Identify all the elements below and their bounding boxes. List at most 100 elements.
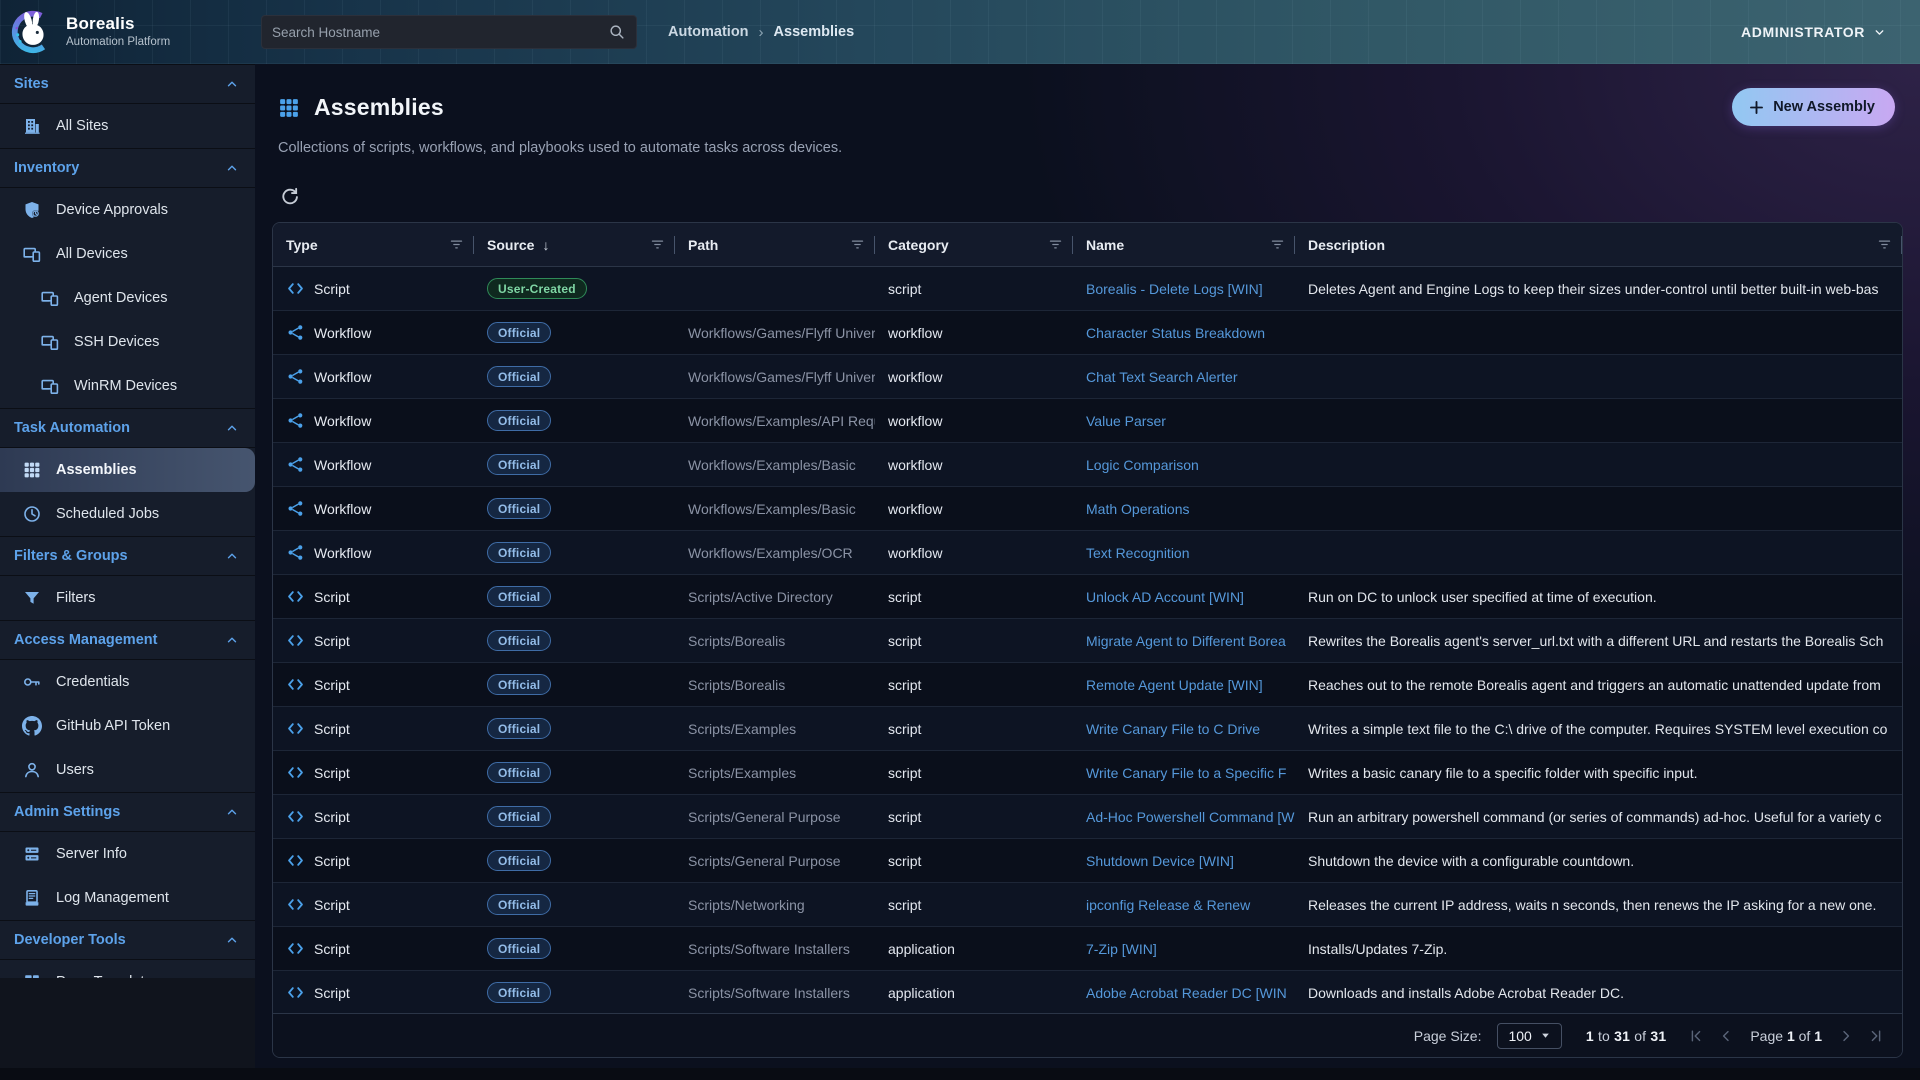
- assembly-name-link[interactable]: Migrate Agent to Different Borea: [1086, 633, 1286, 649]
- cell-source: User-Created: [474, 267, 675, 310]
- assembly-name-link[interactable]: Chat Text Search Alerter: [1086, 369, 1237, 385]
- sidebar-item-all-sites[interactable]: All Sites: [0, 104, 255, 148]
- assembly-name-link[interactable]: Ad-Hoc Powershell Command [W: [1086, 809, 1295, 825]
- column-header-path[interactable]: Path: [675, 223, 875, 266]
- column-header-description[interactable]: Description: [1295, 223, 1902, 266]
- column-header-source[interactable]: Source↓: [474, 223, 675, 266]
- assembly-name-link[interactable]: 7-Zip [WIN]: [1086, 941, 1157, 957]
- sidebar-item-filters[interactable]: Filters: [0, 576, 255, 620]
- assembly-name-link[interactable]: Write Canary File to a Specific F: [1086, 765, 1286, 781]
- table-row[interactable]: ScriptOfficialScripts/BorealisscriptRemo…: [273, 663, 1902, 707]
- page-subtitle: Collections of scripts, workflows, and p…: [278, 140, 842, 156]
- sidebar-section-inventory[interactable]: Inventory: [0, 148, 255, 188]
- search-input[interactable]: [272, 25, 608, 40]
- table-row[interactable]: ScriptUser-CreatedscriptBorealis - Delet…: [273, 267, 1902, 311]
- table-row[interactable]: ScriptOfficialScripts/Software Installer…: [273, 927, 1902, 971]
- sidebar-item-server-info[interactable]: Server Info: [0, 832, 255, 876]
- page-info: Page 1 of 1: [1750, 1028, 1822, 1044]
- sidebar-item-page-template[interactable]: Page Template: [0, 960, 255, 978]
- cell-type: Script: [273, 751, 474, 794]
- new-assembly-button[interactable]: New Assembly: [1732, 88, 1895, 126]
- table-row[interactable]: WorkflowOfficialWorkflows/Examples/Basic…: [273, 443, 1902, 487]
- filter-icon[interactable]: [1270, 237, 1285, 252]
- brand[interactable]: Borealis Automation Platform: [10, 8, 170, 54]
- assembly-name-link[interactable]: Math Operations: [1086, 501, 1190, 517]
- sidebar-item-winrm-devices[interactable]: WinRM Devices: [0, 364, 255, 408]
- sidebar-item-ssh-devices[interactable]: SSH Devices: [0, 320, 255, 364]
- assembly-name-link[interactable]: Remote Agent Update [WIN]: [1086, 677, 1263, 693]
- cell-category: workflow: [875, 531, 1073, 574]
- column-header-type[interactable]: Type: [273, 223, 474, 266]
- breadcrumb-automation[interactable]: Automation: [668, 24, 749, 40]
- filter-icon[interactable]: [449, 237, 464, 252]
- assembly-name-link[interactable]: ipconfig Release & Renew: [1086, 897, 1250, 913]
- cell-source: Official: [474, 575, 675, 618]
- assembly-name-link[interactable]: Character Status Breakdown: [1086, 325, 1265, 341]
- sidebar-section-access-management[interactable]: Access Management: [0, 620, 255, 660]
- table-row[interactable]: WorkflowOfficialWorkflows/Games/Flyff Un…: [273, 311, 1902, 355]
- hostname-search[interactable]: [261, 15, 637, 49]
- cell-path: Scripts/Examples: [675, 751, 875, 794]
- sidebar-item-agent-devices[interactable]: Agent Devices: [0, 276, 255, 320]
- next-page-icon[interactable]: [1838, 1028, 1854, 1044]
- table-row[interactable]: ScriptOfficialScripts/Active Directorysc…: [273, 575, 1902, 619]
- cell-path: Workflows/Examples/Basic: [675, 443, 875, 486]
- cell-category: script: [875, 795, 1073, 838]
- source-badge: Official: [487, 762, 551, 783]
- sidebar-section-sites[interactable]: Sites: [0, 64, 255, 104]
- sidebar-item-scheduled-jobs[interactable]: Scheduled Jobs: [0, 492, 255, 536]
- column-header-name[interactable]: Name: [1073, 223, 1295, 266]
- table-row[interactable]: ScriptOfficialScripts/BorealisscriptMigr…: [273, 619, 1902, 663]
- assembly-name-link[interactable]: Unlock AD Account [WIN]: [1086, 589, 1244, 605]
- sidebar-item-credentials[interactable]: Credentials: [0, 660, 255, 704]
- assembly-name-link[interactable]: Adobe Acrobat Reader DC [WIN: [1086, 985, 1287, 1001]
- sidebar-item-github-api-token[interactable]: GitHub API Token: [0, 704, 255, 748]
- sidebar-item-device-approvals[interactable]: Device Approvals: [0, 188, 255, 232]
- assembly-name-link[interactable]: Borealis - Delete Logs [WIN]: [1086, 281, 1263, 297]
- assembly-name-link[interactable]: Shutdown Device [WIN]: [1086, 853, 1234, 869]
- filter-icon[interactable]: [850, 237, 865, 252]
- sidebar-item-log-management[interactable]: Log Management: [0, 876, 255, 920]
- table-row[interactable]: ScriptOfficialScripts/ExamplesscriptWrit…: [273, 707, 1902, 751]
- assembly-name-link[interactable]: Text Recognition: [1086, 545, 1190, 561]
- table-row[interactable]: ScriptOfficialScripts/General Purposescr…: [273, 839, 1902, 883]
- sidebar-section-filters-groups[interactable]: Filters & Groups: [0, 536, 255, 576]
- sidebar-section-task-automation[interactable]: Task Automation: [0, 408, 255, 448]
- breadcrumb-assemblies[interactable]: Assemblies: [774, 24, 855, 40]
- table-row[interactable]: ScriptOfficialScripts/General Purposescr…: [273, 795, 1902, 839]
- prev-page-icon[interactable]: [1718, 1028, 1734, 1044]
- cell-source: Official: [474, 927, 675, 970]
- sidebar-section-developer-tools[interactable]: Developer Tools: [0, 920, 255, 960]
- last-page-icon[interactable]: [1868, 1028, 1884, 1044]
- assembly-name-link[interactable]: Logic Comparison: [1086, 457, 1199, 473]
- user-menu[interactable]: ADMINISTRATOR: [1741, 0, 1886, 64]
- sidebar-item-all-devices[interactable]: All Devices: [0, 232, 255, 276]
- sidebar-item-users[interactable]: Users: [0, 748, 255, 792]
- shield-check-icon: [22, 200, 42, 220]
- column-header-category[interactable]: Category: [875, 223, 1073, 266]
- assembly-name-link[interactable]: Value Parser: [1086, 413, 1166, 429]
- sidebar-section-admin-settings[interactable]: Admin Settings: [0, 792, 255, 832]
- assembly-name-link[interactable]: Write Canary File to C Drive: [1086, 721, 1260, 737]
- table-row[interactable]: WorkflowOfficialWorkflows/Games/Flyff Un…: [273, 355, 1902, 399]
- table-row[interactable]: WorkflowOfficialWorkflows/Examples/OCRwo…: [273, 531, 1902, 575]
- filter-icon[interactable]: [1877, 237, 1892, 252]
- table-row[interactable]: WorkflowOfficialWorkflows/Examples/API R…: [273, 399, 1902, 443]
- filter-icon[interactable]: [650, 237, 665, 252]
- table-row[interactable]: ScriptOfficialScripts/ExamplesscriptWrit…: [273, 751, 1902, 795]
- first-page-icon[interactable]: [1688, 1028, 1704, 1044]
- filter-icon[interactable]: [1048, 237, 1063, 252]
- table-row[interactable]: ScriptOfficialScripts/Networkingscriptip…: [273, 883, 1902, 927]
- table-row[interactable]: ScriptOfficialScripts/Software Installer…: [273, 971, 1902, 1013]
- table-row[interactable]: WorkflowOfficialWorkflows/Examples/Basic…: [273, 487, 1902, 531]
- main-content: Assemblies Collections of scripts, workf…: [255, 64, 1920, 1080]
- type-label: Script: [314, 809, 350, 825]
- sidebar-item-assemblies[interactable]: Assemblies: [0, 448, 255, 492]
- code-icon: [286, 719, 305, 738]
- refresh-button[interactable]: [277, 184, 303, 210]
- cell-path: Scripts/Borealis: [675, 619, 875, 662]
- page-size-select[interactable]: 100: [1497, 1023, 1561, 1049]
- chevron-down-icon: [1873, 26, 1886, 39]
- cell-type: Workflow: [273, 443, 474, 486]
- source-badge: User-Created: [487, 278, 587, 299]
